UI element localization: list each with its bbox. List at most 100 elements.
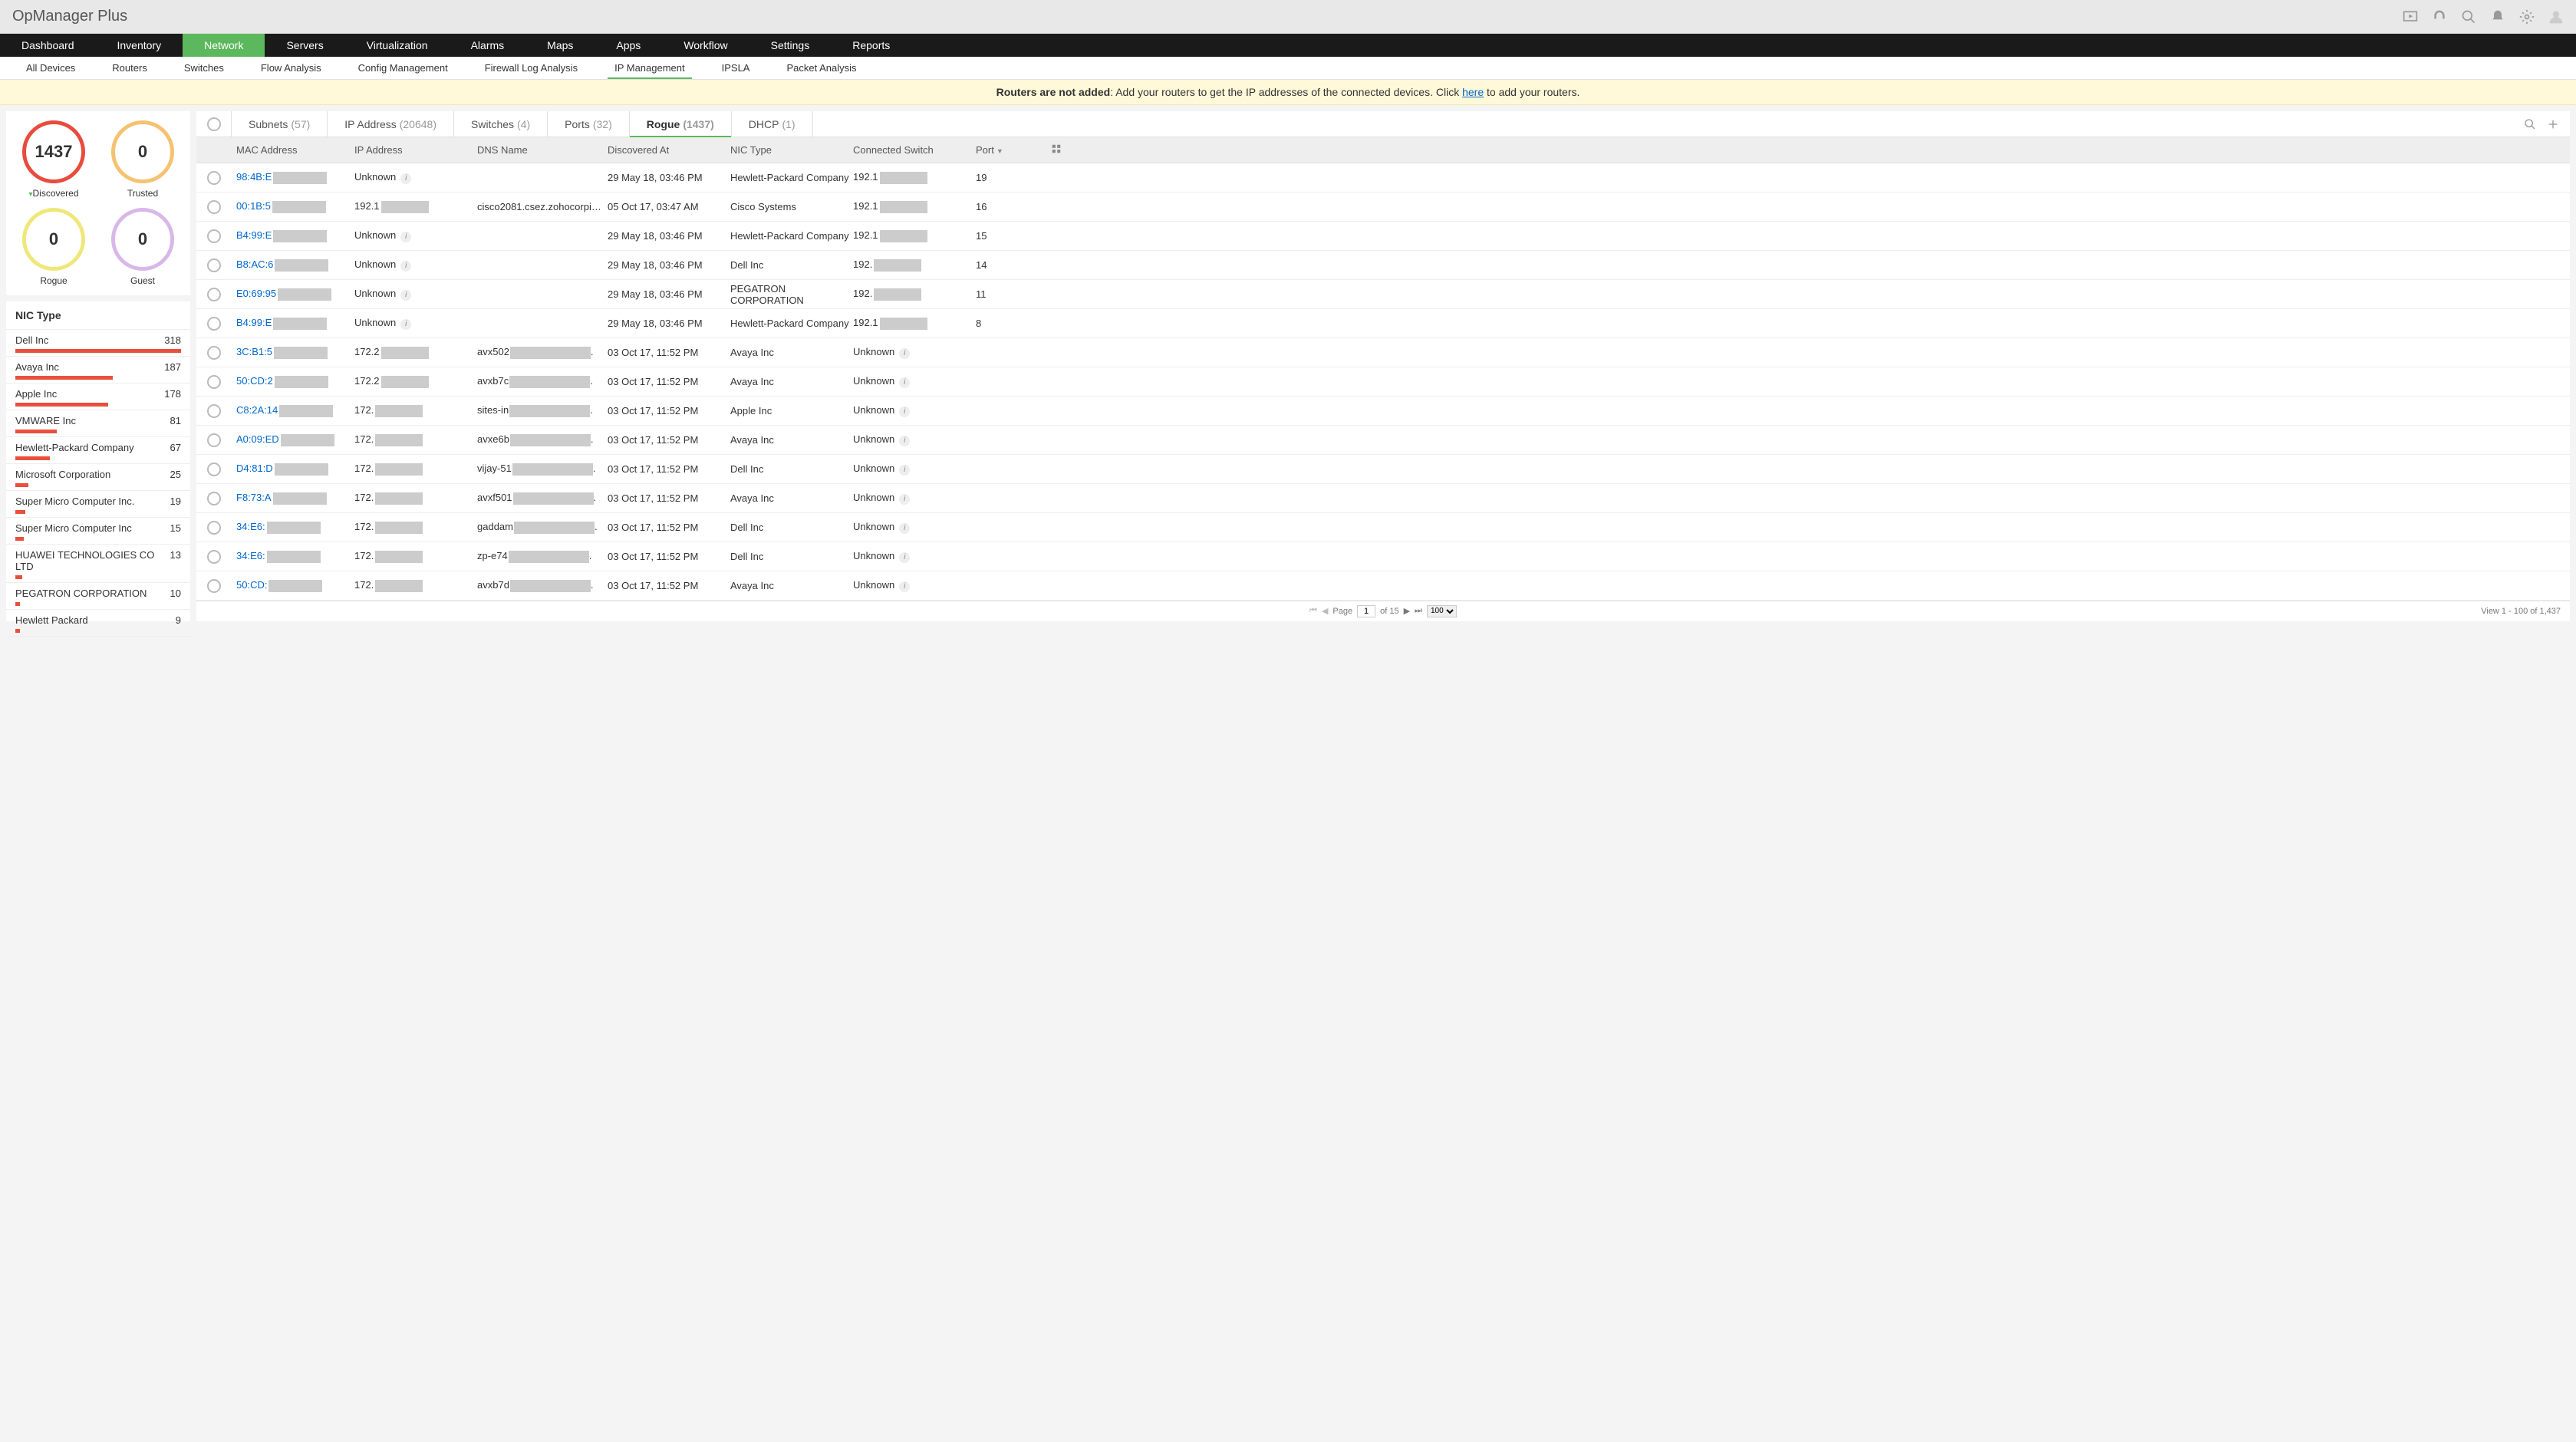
mac-link[interactable]: A0:09:ED	[236, 433, 279, 445]
tab-switches[interactable]: Switches (4)	[454, 111, 548, 137]
nic-row[interactable]: Avaya Inc187	[6, 357, 190, 384]
nav-maps[interactable]: Maps	[525, 34, 595, 57]
row-checkbox[interactable]	[207, 229, 221, 243]
tab-subnets[interactable]: Subnets (57)	[232, 111, 328, 137]
row-checkbox[interactable]	[207, 404, 221, 418]
info-icon[interactable]: i	[899, 494, 910, 505]
nic-row[interactable]: VMWARE Inc81	[6, 410, 190, 437]
row-checkbox[interactable]	[207, 200, 221, 214]
row-checkbox[interactable]	[207, 375, 221, 389]
subnav-switches[interactable]: Switches	[166, 57, 242, 79]
pager-prev[interactable]: ◀	[1322, 606, 1328, 616]
info-icon[interactable]: i	[899, 523, 910, 534]
mac-link[interactable]: 34:E6:	[236, 550, 265, 561]
row-checkbox[interactable]	[207, 288, 221, 301]
subnav-routers[interactable]: Routers	[94, 57, 166, 79]
mac-link[interactable]: B4:99:E	[236, 317, 272, 328]
play-screen-icon[interactable]	[2403, 9, 2418, 25]
gear-icon[interactable]	[2519, 9, 2535, 25]
subnav-ipsla[interactable]: IPSLA	[703, 57, 769, 79]
info-icon[interactable]: i	[400, 319, 411, 330]
user-icon[interactable]	[2548, 9, 2564, 25]
stat-discovered[interactable]: 1437 ▾Discovered	[22, 120, 85, 199]
info-icon[interactable]: i	[899, 348, 910, 359]
row-checkbox[interactable]	[207, 171, 221, 185]
subnav-flow-analysis[interactable]: Flow Analysis	[242, 57, 340, 79]
subnav-config-management[interactable]: Config Management	[340, 57, 466, 79]
nav-reports[interactable]: Reports	[831, 34, 911, 57]
row-checkbox[interactable]	[207, 550, 221, 564]
mac-link[interactable]: 00:1B:5	[236, 200, 271, 212]
row-checkbox[interactable]	[207, 433, 221, 447]
info-icon[interactable]: i	[899, 407, 910, 417]
col-mac[interactable]: MAC Address	[232, 144, 354, 156]
subnav-all-devices[interactable]: All Devices	[8, 57, 94, 79]
nav-inventory[interactable]: Inventory	[96, 34, 183, 57]
mac-link[interactable]: 50:CD:2	[236, 375, 273, 387]
info-icon[interactable]: i	[400, 173, 411, 184]
mac-link[interactable]: E0:69:95	[236, 288, 276, 299]
nic-row[interactable]: PEGATRON CORPORATION10	[6, 583, 190, 610]
row-checkbox[interactable]	[207, 317, 221, 331]
subnav-packet-analysis[interactable]: Packet Analysis	[768, 57, 875, 79]
mac-link[interactable]: F8:73:A	[236, 492, 272, 503]
mac-link[interactable]: 34:E6:	[236, 521, 265, 532]
nic-row[interactable]: HUAWEI TECHNOLOGIES CO LTD13	[6, 545, 190, 583]
nic-row[interactable]: Hewlett-Packard Company67	[6, 437, 190, 464]
nic-row[interactable]: Microsoft Corporation25	[6, 464, 190, 491]
stat-trusted[interactable]: 0 Trusted	[111, 120, 174, 199]
nic-row[interactable]: Super Micro Computer Inc15	[6, 518, 190, 545]
select-all-checkbox[interactable]	[207, 117, 221, 131]
nav-apps[interactable]: Apps	[595, 34, 662, 57]
nic-row[interactable]: Hewlett Packard9	[6, 610, 190, 637]
row-checkbox[interactable]	[207, 346, 221, 360]
col-switch[interactable]: Connected Switch	[853, 144, 976, 156]
nav-virtualization[interactable]: Virtualization	[345, 34, 450, 57]
info-icon[interactable]: i	[899, 377, 910, 388]
tab-ports[interactable]: Ports (32)	[548, 111, 630, 137]
tab-rogue[interactable]: Rogue (1437)	[630, 111, 732, 137]
row-checkbox[interactable]	[207, 579, 221, 593]
info-icon[interactable]: i	[899, 436, 910, 446]
subnav-firewall-log-analysis[interactable]: Firewall Log Analysis	[466, 57, 596, 79]
banner-link-here[interactable]: here	[1462, 86, 1484, 98]
col-discovered[interactable]: Discovered At	[608, 144, 730, 156]
row-checkbox[interactable]	[207, 492, 221, 505]
pager-first[interactable]: ⏮	[1309, 606, 1317, 616]
table-search-icon[interactable]	[2524, 118, 2536, 130]
info-icon[interactable]: i	[899, 552, 910, 563]
nav-alarms[interactable]: Alarms	[450, 34, 526, 57]
column-settings-icon[interactable]	[1045, 143, 1068, 156]
col-nic[interactable]: NIC Type	[730, 144, 853, 156]
mac-link[interactable]: B8:AC:6	[236, 258, 273, 270]
pager-last[interactable]: ⏭	[1415, 606, 1422, 616]
subnav-ip-management[interactable]: IP Management	[596, 57, 703, 79]
add-icon[interactable]	[2547, 118, 2559, 130]
mac-link[interactable]: 3C:B1:5	[236, 346, 272, 357]
headset-icon[interactable]	[2432, 9, 2447, 25]
col-port[interactable]: Port▼	[976, 144, 1045, 156]
mac-link[interactable]: 50:CD:	[236, 579, 267, 591]
nav-network[interactable]: Network	[183, 34, 265, 57]
pager-page-size[interactable]: 100	[1427, 605, 1457, 617]
info-icon[interactable]: i	[899, 465, 910, 476]
nav-dashboard[interactable]: Dashboard	[0, 34, 96, 57]
info-icon[interactable]: i	[400, 290, 411, 301]
search-icon[interactable]	[2461, 9, 2476, 25]
mac-link[interactable]: C8:2A:14	[236, 404, 278, 416]
nav-workflow[interactable]: Workflow	[662, 34, 749, 57]
nav-settings[interactable]: Settings	[749, 34, 832, 57]
nic-row[interactable]: Super Micro Computer Inc.19	[6, 491, 190, 518]
pager-next[interactable]: ▶	[1404, 606, 1410, 616]
col-dns[interactable]: DNS Name	[477, 144, 608, 156]
mac-link[interactable]: B4:99:E	[236, 229, 272, 241]
nic-row[interactable]: Apple Inc178	[6, 384, 190, 410]
pager-page-input[interactable]	[1357, 605, 1375, 617]
info-icon[interactable]: i	[400, 261, 411, 272]
tab-ip-address[interactable]: IP Address (20648)	[328, 111, 454, 137]
row-checkbox[interactable]	[207, 521, 221, 535]
stat-rogue[interactable]: 0 Rogue	[22, 208, 85, 286]
col-ip[interactable]: IP Address	[354, 144, 477, 156]
nav-servers[interactable]: Servers	[265, 34, 344, 57]
row-checkbox[interactable]	[207, 463, 221, 476]
